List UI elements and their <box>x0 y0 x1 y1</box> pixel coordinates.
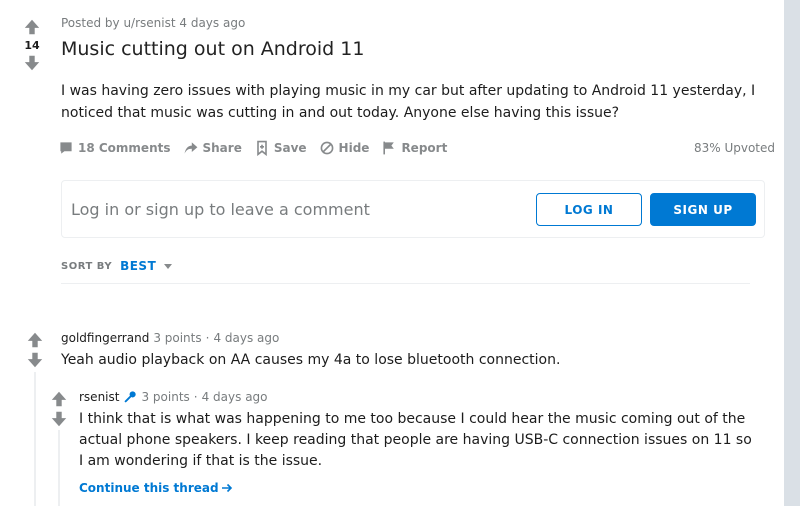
save-button[interactable]: Save <box>254 140 307 156</box>
post-title: Music cutting out on Android 11 <box>61 38 365 60</box>
comment-meta: goldfingerrand 3 points · 4 days ago <box>61 331 279 345</box>
comment-author[interactable]: rsenist <box>79 390 119 404</box>
upvote-arrow-icon[interactable] <box>50 390 68 408</box>
upvote-arrow-icon[interactable] <box>26 331 44 349</box>
hide-label: Hide <box>338 141 370 155</box>
hide-button[interactable]: Hide <box>319 140 370 156</box>
comment-time[interactable]: 4 days ago <box>202 390 268 404</box>
comment-icon <box>60 142 72 154</box>
upvote-arrow-icon[interactable] <box>23 18 41 36</box>
meta-separator: · <box>205 331 210 345</box>
flag-icon <box>383 141 395 155</box>
sort-label: SORT BY <box>61 260 113 272</box>
op-microphone-icon <box>125 391 137 403</box>
bookmark-icon <box>257 140 267 156</box>
comment-text: I think that is what was happening to me… <box>79 411 752 469</box>
upvote-ratio: 83% Upvoted <box>693 141 775 155</box>
comment-author[interactable]: goldfingerrand <box>61 331 149 345</box>
post-body: I was having zero issues with playing mu… <box>61 83 756 121</box>
comment-points: 3 points <box>153 331 202 345</box>
comment-vote-column <box>26 331 44 369</box>
meta-separator: · <box>193 390 198 404</box>
report-label: Report <box>401 141 448 155</box>
sign-up-button[interactable]: SIGN UP <box>650 193 756 226</box>
comment-sort: SORT BY BEST <box>61 259 174 273</box>
arrow-right-icon <box>221 483 232 493</box>
downvote-arrow-icon[interactable] <box>26 351 44 369</box>
page-gutter <box>784 0 800 506</box>
post-vote-column: 14 <box>20 18 44 72</box>
thread-line[interactable] <box>34 372 36 506</box>
downvote-arrow-icon[interactable] <box>23 54 41 72</box>
hide-icon <box>320 141 333 155</box>
post-meta: Posted by u/rsenist 4 days ago <box>61 16 246 30</box>
divider <box>61 283 750 284</box>
comment-time[interactable]: 4 days ago <box>213 331 279 345</box>
post-actions: 18 Comments Share Save Hide Report <box>58 137 459 159</box>
share-button[interactable]: Share <box>183 140 242 156</box>
share-label: Share <box>202 141 242 155</box>
post-score: 14 <box>24 39 40 52</box>
continue-thread-label: Continue this thread <box>79 481 219 495</box>
comment-vote-column <box>50 390 68 428</box>
report-button[interactable]: Report <box>381 140 447 156</box>
sort-dropdown[interactable]: BEST <box>120 259 156 273</box>
log-in-button[interactable]: LOG IN <box>536 193 642 226</box>
continue-thread-link[interactable]: Continue this thread <box>79 481 233 495</box>
login-prompt: Log in or sign up to leave a comment <box>71 200 370 219</box>
downvote-arrow-icon[interactable] <box>50 410 68 428</box>
comments-button[interactable]: 18 Comments <box>58 140 171 156</box>
thread-line[interactable] <box>58 430 60 506</box>
comment-meta: rsenist 3 points · 4 days ago <box>79 390 268 404</box>
comments-label: 18 Comments <box>78 141 171 155</box>
chevron-down-icon[interactable] <box>162 260 174 272</box>
post-card: 14 Posted by u/rsenist 4 days ago Music … <box>0 0 784 506</box>
save-label: Save <box>273 141 307 155</box>
comment-points: 3 points <box>141 390 190 404</box>
comment-login-box: Log in or sign up to leave a comment LOG… <box>61 180 765 238</box>
share-icon <box>184 142 197 154</box>
comment-text: Yeah audio playback on AA causes my 4a t… <box>61 352 561 368</box>
